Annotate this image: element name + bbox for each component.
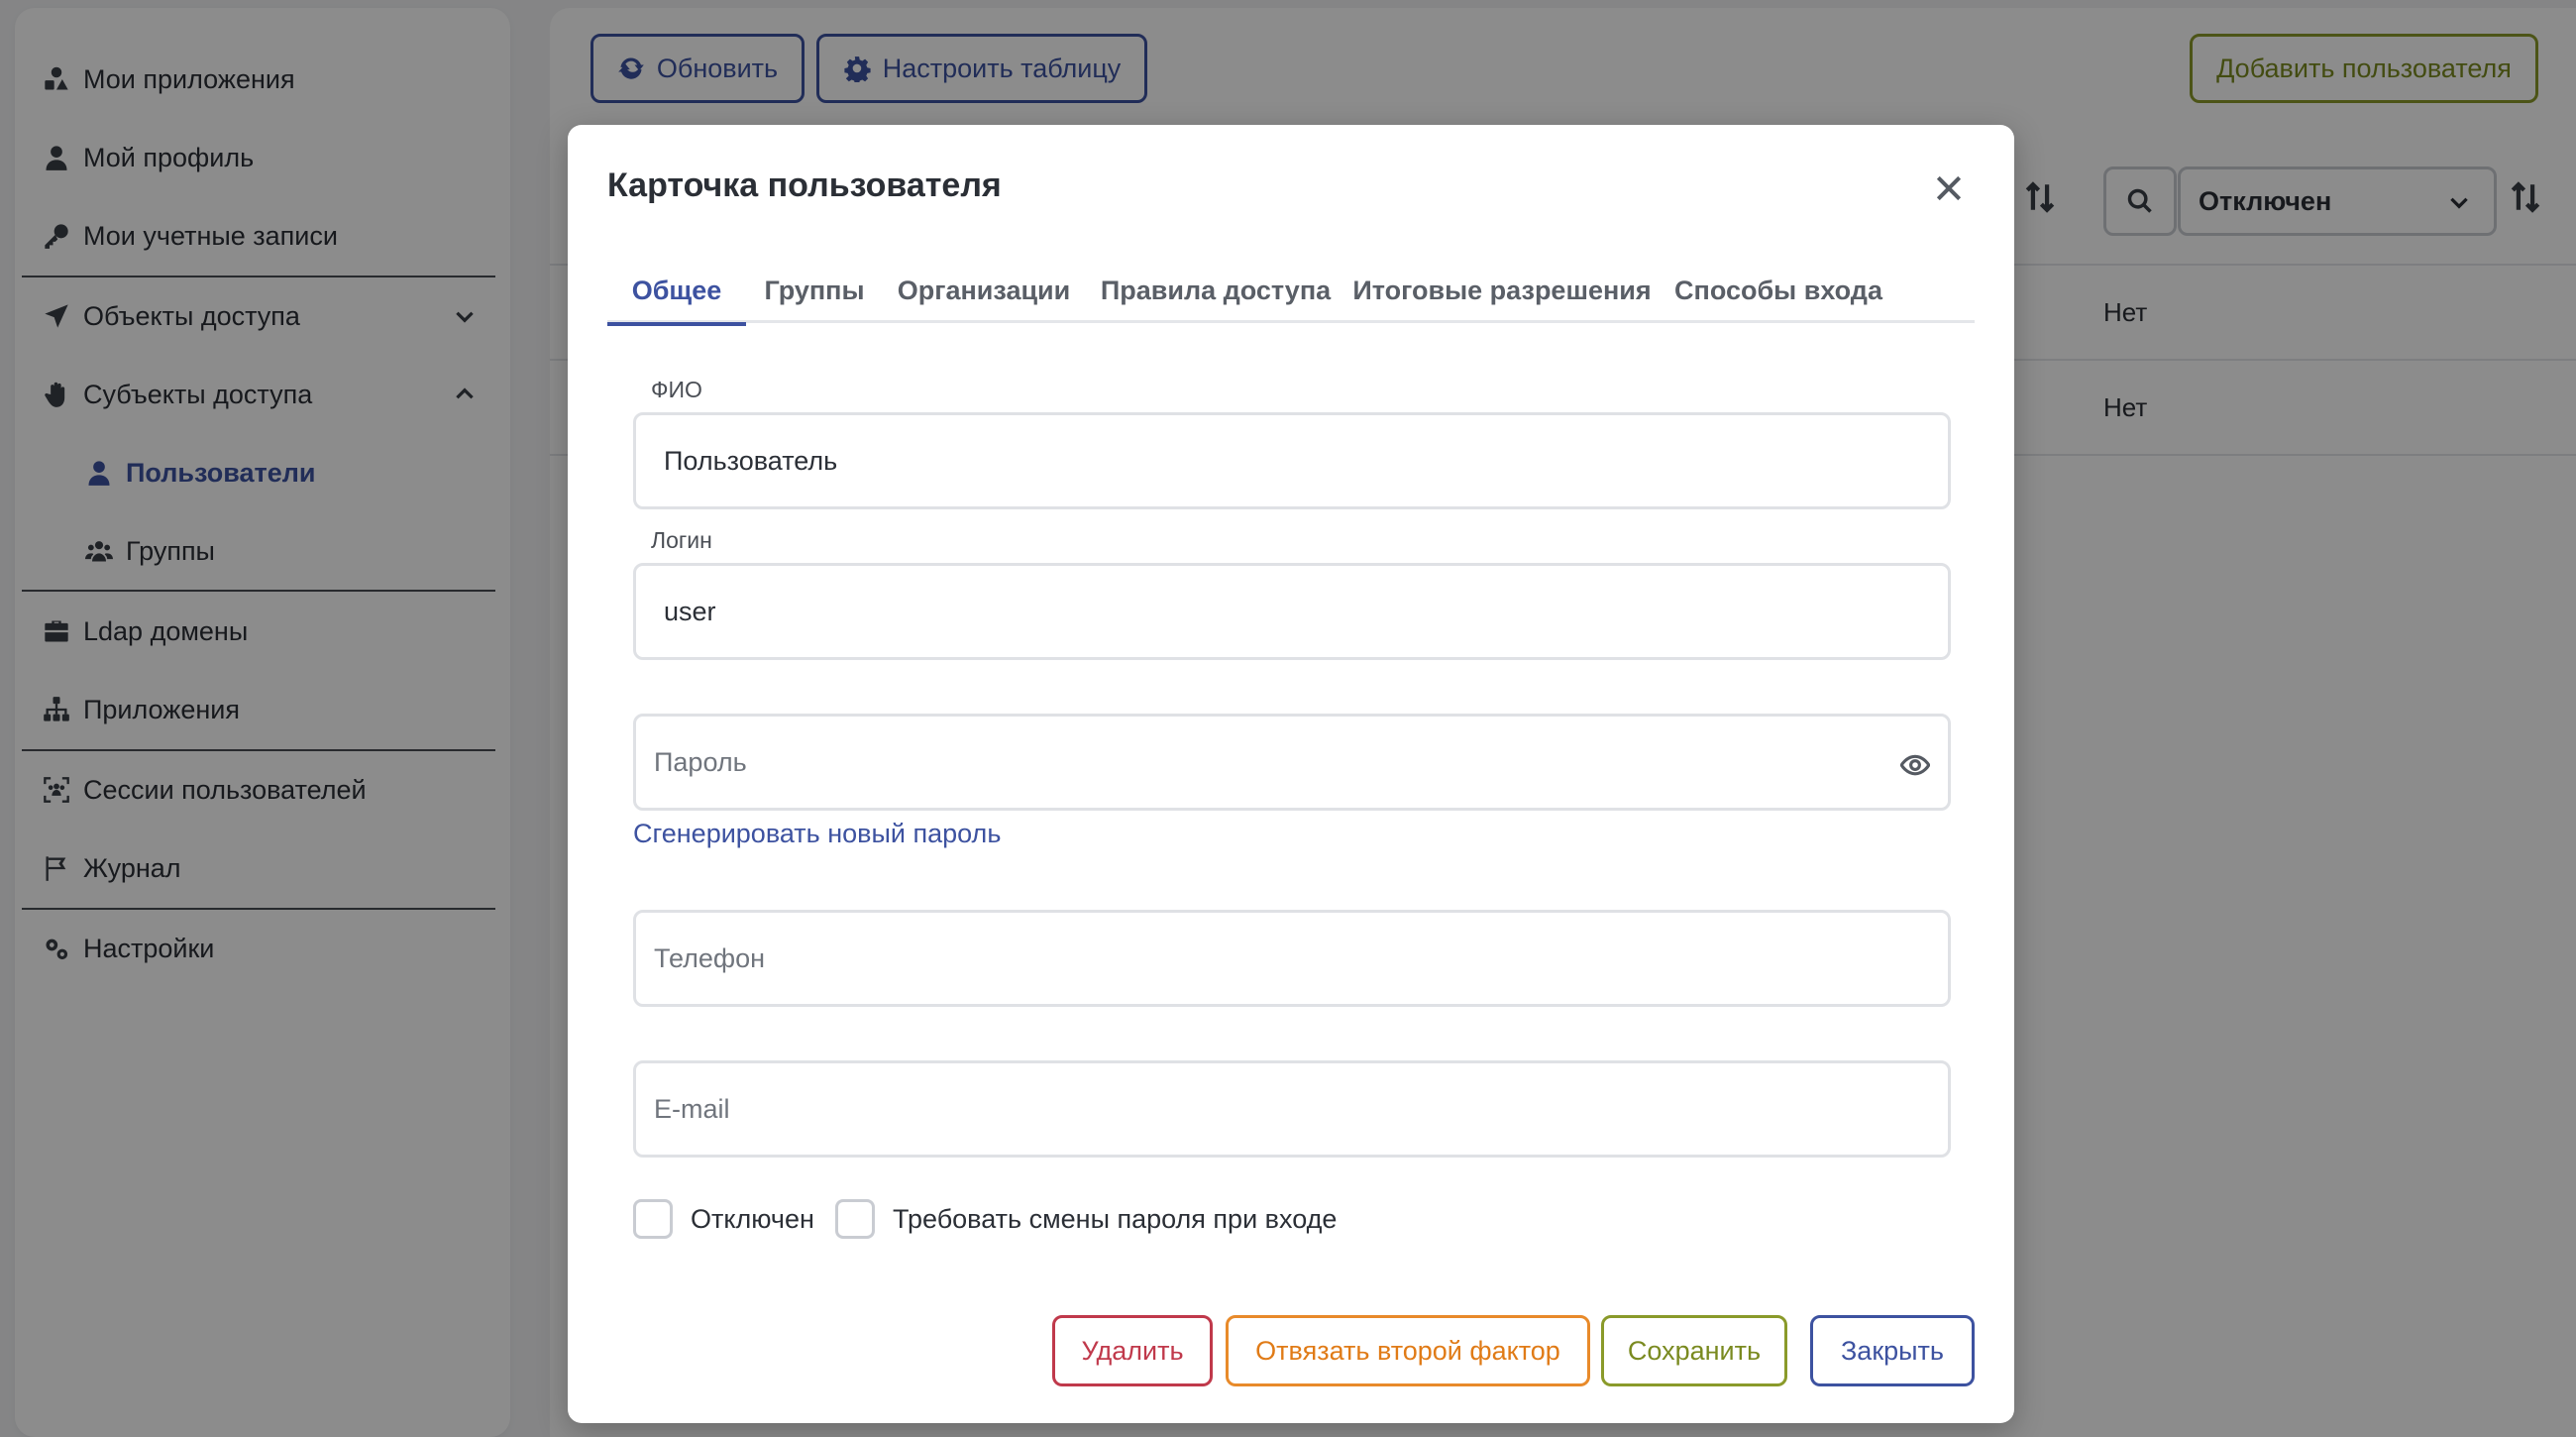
password-placeholder: Пароль	[654, 746, 747, 777]
password-field[interactable]: Пароль	[633, 714, 1951, 811]
email-placeholder: E-mail	[654, 1093, 730, 1124]
modal-title: Карточка пользователя	[607, 166, 1002, 204]
disabled-checkbox[interactable]	[633, 1199, 673, 1239]
tab-access-rules[interactable]: Правила доступа	[1097, 264, 1335, 323]
tab-organizations[interactable]: Организации	[887, 264, 1081, 323]
save-button[interactable]: Сохранить	[1601, 1315, 1787, 1386]
require-password-change-label: Требовать смены пароля при входе	[893, 1203, 1338, 1234]
fio-field[interactable]: Пользователь	[633, 412, 1951, 509]
fio-value: Пользователь	[664, 445, 838, 476]
fio-label: ФИО	[651, 377, 702, 402]
modal-tabs: Общее Группы Организации Правила доступа…	[607, 264, 1975, 326]
login-field[interactable]: user	[633, 563, 1951, 660]
tab-effective-permissions[interactable]: Итоговые разрешения	[1350, 264, 1654, 323]
email-field[interactable]: E-mail	[633, 1060, 1951, 1158]
require-password-change-row[interactable]: Требовать смены пароля при входе	[835, 1199, 1337, 1239]
disabled-checkbox-label: Отключен	[691, 1203, 814, 1234]
login-value: user	[664, 596, 716, 626]
login-label: Логин	[651, 527, 712, 553]
close-button[interactable]: Закрыть	[1810, 1315, 1975, 1386]
disabled-checkbox-row[interactable]: Отключен	[633, 1199, 814, 1239]
delete-button[interactable]: Удалить	[1052, 1315, 1213, 1386]
require-password-change-checkbox[interactable]	[835, 1199, 875, 1239]
eye-icon[interactable]	[1899, 750, 1931, 780]
phone-placeholder: Телефон	[654, 942, 766, 973]
phone-field[interactable]: Телефон	[633, 910, 1951, 1007]
generate-password-link[interactable]: Сгенерировать новый пароль	[633, 819, 1001, 849]
tab-groups[interactable]: Группы	[750, 264, 879, 323]
tab-general[interactable]: Общее	[607, 264, 746, 326]
close-icon[interactable]	[1933, 172, 1965, 204]
tab-login-methods[interactable]: Способы входа	[1667, 264, 1889, 323]
user-card-modal: Карточка пользователя Общее Группы Орган…	[568, 125, 2014, 1423]
unbind-second-factor-button[interactable]: Отвязать второй фактор	[1226, 1315, 1590, 1386]
